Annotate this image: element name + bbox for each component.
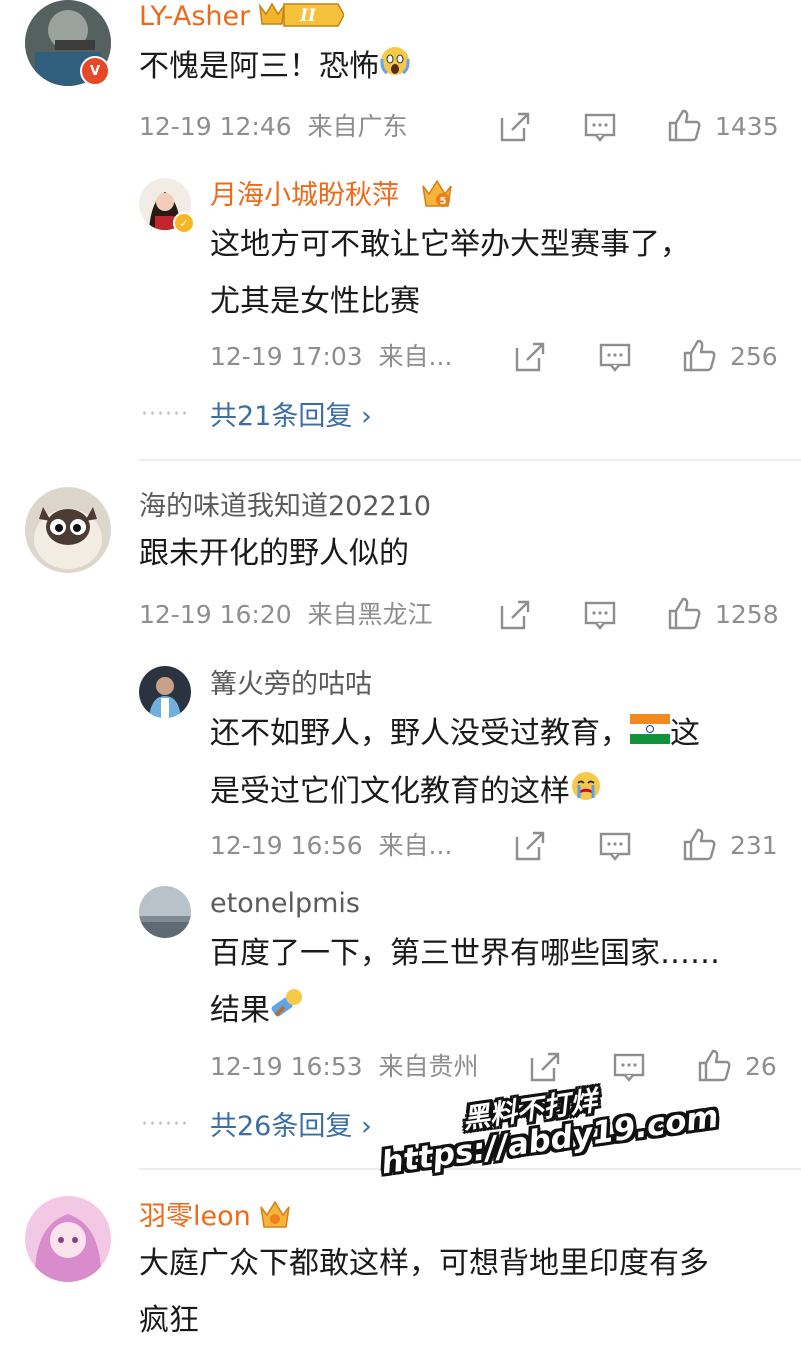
avatar[interactable] (139, 666, 191, 718)
username[interactable]: 月海小城盼秋萍 (210, 179, 399, 213)
reply-meta: 12-19 16:53 来自贵州 (210, 1052, 479, 1081)
crying-face-emoji-icon (570, 764, 602, 821)
like-icon[interactable] (681, 338, 717, 374)
lying-face-emoji-icon (270, 983, 304, 1040)
like-icon[interactable] (696, 1048, 732, 1084)
chevron-right-icon: › (360, 401, 372, 432)
member-crown-badge-icon (258, 1197, 292, 1231)
like-icon[interactable] (681, 827, 717, 863)
like-count: 1258 (715, 600, 779, 629)
reply-text: 还不如野人，野人没受过教育， 这 是受过它们文化教育的这样 (210, 705, 700, 821)
verified-badge-icon: V (80, 56, 110, 86)
comment-icon[interactable] (598, 340, 632, 374)
level-badge-label: II (299, 6, 317, 26)
username[interactable]: 羽零leon (139, 1200, 251, 1234)
more-replies-dots: ······ (141, 1112, 189, 1137)
reply-meta: 12-19 17:03 来自... (210, 342, 453, 371)
comment-icon[interactable] (583, 110, 617, 144)
more-replies-link[interactable]: 共21条回复 › (210, 400, 372, 434)
username[interactable]: etonelpmis (210, 887, 360, 921)
like-count: 256 (730, 342, 778, 371)
verified-badge-icon: ✓ (173, 212, 195, 234)
like-count: 1435 (715, 112, 779, 141)
crown-badge-level: 5 (440, 196, 447, 207)
comment-text: 不愧是阿三！恐怖 (139, 38, 411, 96)
like-icon[interactable] (666, 596, 702, 632)
username[interactable]: 篝火旁的咕咕 (210, 668, 372, 702)
username[interactable]: 海的味道我知道202210 (139, 490, 431, 524)
avatar[interactable] (139, 886, 191, 938)
comment-icon[interactable] (612, 1050, 646, 1084)
share-icon[interactable] (528, 1050, 562, 1084)
reply-meta: 12-19 16:56 来自... (210, 831, 453, 860)
share-icon[interactable] (498, 110, 532, 144)
like-icon[interactable] (666, 108, 702, 144)
divider (139, 459, 801, 461)
reply-text: 百度了一下，第三世界有哪些国家…… 结果 (210, 925, 720, 1040)
more-replies-link[interactable]: 共26条回复 › (210, 1110, 372, 1144)
member-level-badge: II (258, 0, 345, 30)
share-icon[interactable] (513, 340, 547, 374)
reply-text: 这地方可不敢让它举办大型赛事了， 尤其是女性比赛 (210, 227, 690, 319)
share-icon[interactable] (513, 829, 547, 863)
share-icon[interactable] (498, 598, 532, 632)
username[interactable]: LY-Asher (139, 0, 250, 34)
avatar[interactable] (25, 487, 111, 573)
chevron-right-icon: › (360, 1111, 372, 1142)
india-flag-icon (630, 706, 670, 763)
comment-text: 大庭广众下都敢这样，可想背地里印度有多 疯狂 (139, 1246, 709, 1338)
like-count: 26 (745, 1052, 777, 1081)
more-replies-dots: ······ (141, 402, 189, 427)
comment-meta: 12-19 16:20 来自黑龙江 (139, 600, 433, 629)
avatar[interactable] (25, 1196, 111, 1282)
like-count: 231 (730, 831, 778, 860)
comment-icon[interactable] (583, 598, 617, 632)
comment-text: 跟未开化的野人似的 (139, 536, 409, 571)
comment-meta: 12-19 12:46 来自广东 (139, 112, 408, 141)
member-crown-badge-icon: 5 (420, 176, 454, 210)
screaming-face-emoji-icon (379, 39, 411, 96)
comment-icon[interactable] (598, 829, 632, 863)
